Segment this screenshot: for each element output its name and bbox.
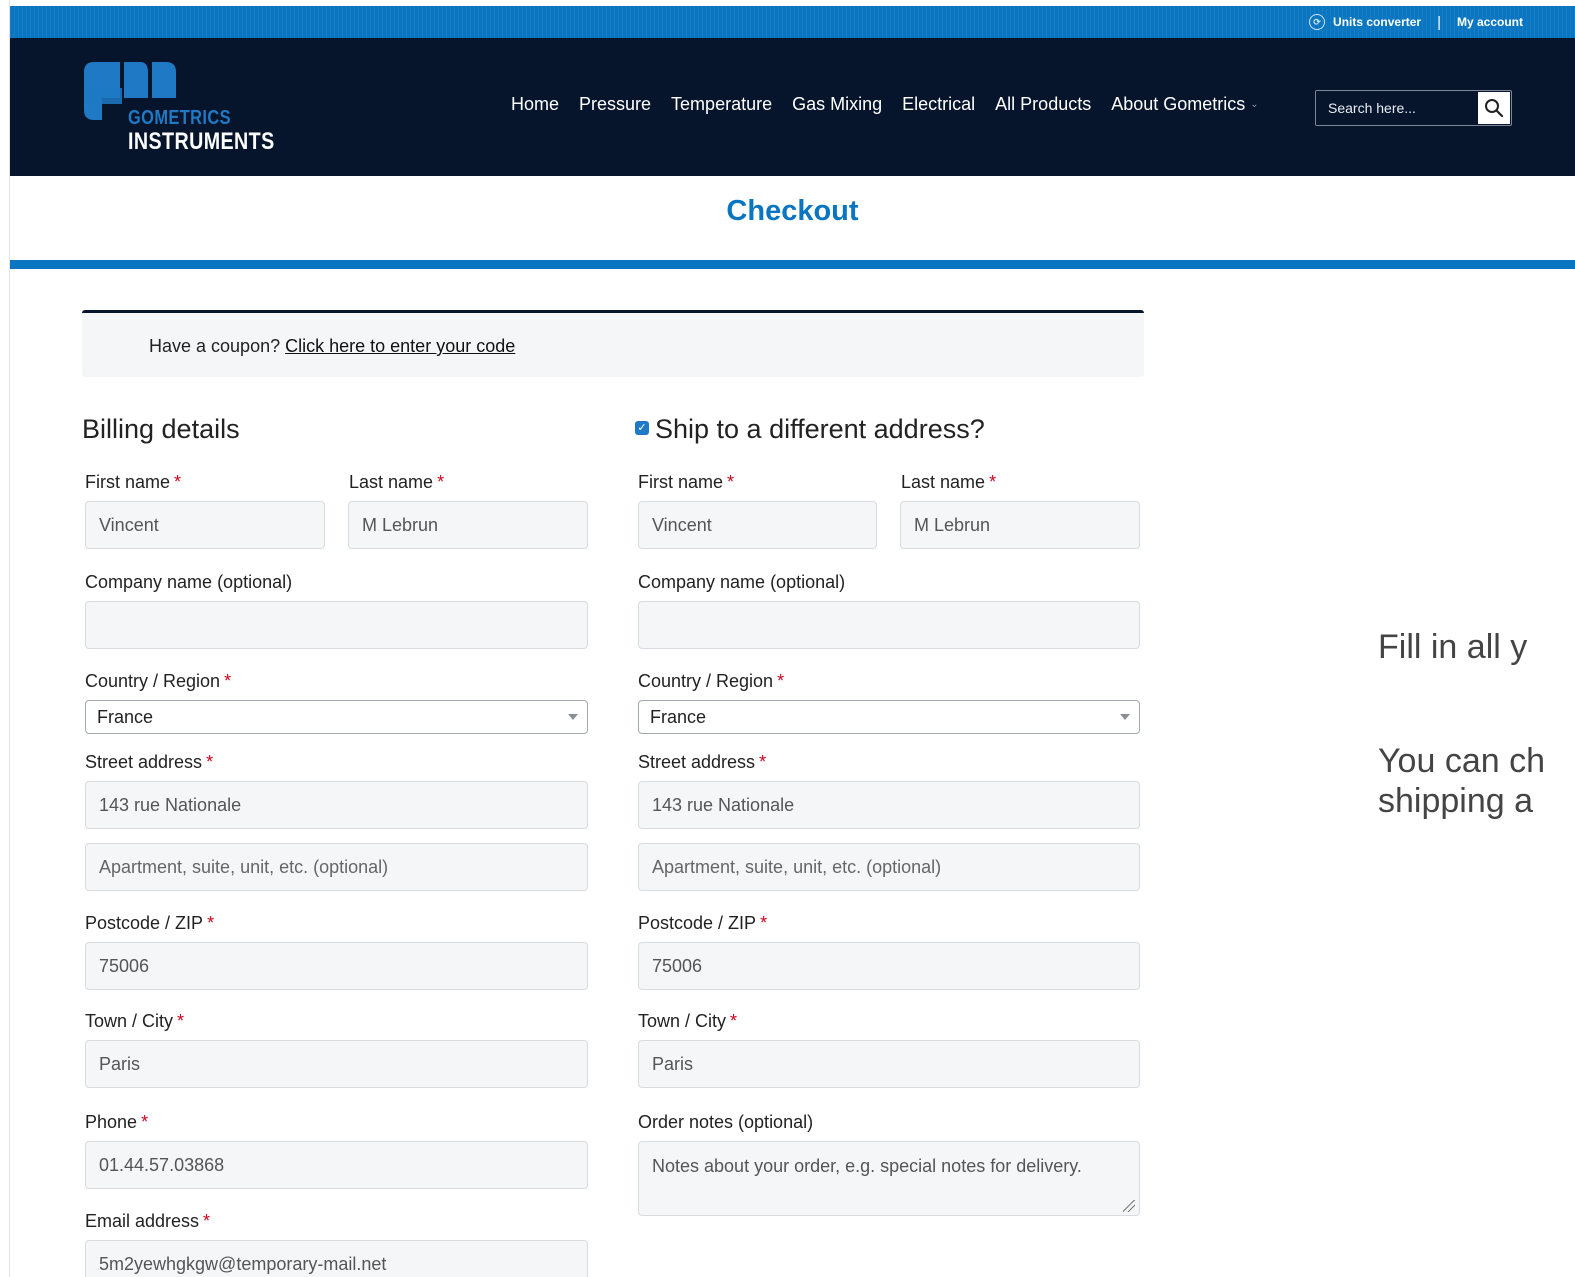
side-note-line-1: Fill in all y bbox=[1378, 628, 1528, 666]
billing-phone-field[interactable]: 01.44.57.03868 bbox=[85, 1141, 588, 1189]
select-arrow-icon bbox=[568, 714, 578, 720]
side-note-line-3: shipping a bbox=[1378, 782, 1534, 820]
nav-item-home[interactable]: Home bbox=[511, 94, 559, 115]
nav-item-temperature[interactable]: Temperature bbox=[671, 94, 772, 115]
shipping-postcode-field[interactable]: 75006 bbox=[638, 942, 1140, 990]
shipping-city-label: Town / City * bbox=[638, 1011, 738, 1031]
nav-item-all-products[interactable]: All Products bbox=[995, 94, 1091, 115]
ship-different-label[interactable]: Ship to a different address? bbox=[655, 414, 985, 444]
search-button[interactable] bbox=[1478, 92, 1510, 124]
billing-last-name-field[interactable]: M Lebrun bbox=[348, 501, 588, 549]
nav-item-gas-mixing[interactable]: Gas Mixing bbox=[792, 94, 882, 115]
shipping-last-name-label: Last name * bbox=[901, 472, 997, 492]
my-account-link[interactable]: My account bbox=[1457, 15, 1523, 29]
shipping-country-label: Country / Region * bbox=[638, 671, 785, 691]
billing-first-name-field[interactable]: Vincent bbox=[85, 501, 325, 549]
main-navbar: GOMETRICS INSTRUMENTS Home Pressure Temp… bbox=[10, 38, 1575, 176]
shipping-last-name-field[interactable]: M Lebrun bbox=[900, 501, 1140, 549]
chevron-down-icon[interactable]: ⌄ bbox=[1250, 99, 1258, 110]
window-left-edge bbox=[0, 0, 10, 1277]
billing-street-field[interactable]: 143 rue Nationale bbox=[85, 781, 588, 829]
top-utility-bar: ⟳ Units converter | My account bbox=[10, 6, 1575, 38]
logo-text-gometrics: GOMETRICS bbox=[128, 107, 232, 129]
billing-postcode-field[interactable]: 75006 bbox=[85, 942, 588, 990]
billing-apartment-field[interactable]: Apartment, suite, unit, etc. (optional) bbox=[85, 843, 588, 891]
billing-country-label: Country / Region * bbox=[85, 671, 232, 691]
gometrics-logo[interactable]: GOMETRICS INSTRUMENTS bbox=[82, 58, 274, 158]
coupon-text: Have a coupon? Click here to enter your … bbox=[149, 336, 515, 357]
shipping-postcode-label: Postcode / ZIP * bbox=[638, 913, 768, 933]
billing-country-select[interactable]: France bbox=[85, 700, 588, 734]
billing-heading: Billing details bbox=[82, 414, 240, 444]
resize-grip-icon[interactable] bbox=[1123, 1200, 1135, 1212]
shipping-first-name-label: First name * bbox=[638, 472, 735, 492]
coupon-link[interactable]: Click here to enter your code bbox=[285, 336, 515, 356]
shipping-city-field[interactable]: Paris bbox=[638, 1040, 1140, 1088]
shipping-company-label: Company name (optional) bbox=[638, 572, 846, 592]
billing-company-label: Company name (optional) bbox=[85, 572, 293, 592]
search-box: Search here... bbox=[1315, 90, 1512, 126]
billing-city-field[interactable]: Paris bbox=[85, 1040, 588, 1088]
billing-company-field[interactable] bbox=[85, 601, 588, 649]
logo-text-instruments: INSTRUMENTS bbox=[128, 128, 275, 155]
nav-item-pressure[interactable]: Pressure bbox=[579, 94, 651, 115]
nav-item-electrical[interactable]: Electrical bbox=[902, 94, 975, 115]
shipping-apartment-field[interactable]: Apartment, suite, unit, etc. (optional) bbox=[638, 843, 1140, 891]
title-divider bbox=[10, 260, 1575, 269]
billing-postcode-label: Postcode / ZIP * bbox=[85, 913, 215, 933]
order-notes-textarea[interactable]: Notes about your order, e.g. special not… bbox=[638, 1141, 1140, 1216]
billing-last-name-label: Last name * bbox=[349, 472, 445, 492]
ship-different-checkbox[interactable]: ✓ bbox=[635, 420, 649, 435]
billing-email-label: Email address * bbox=[85, 1211, 211, 1231]
units-converter-link[interactable]: Units converter bbox=[1333, 15, 1421, 29]
billing-email-field[interactable]: 5m2yewhgkgw@temporary-mail.net bbox=[85, 1240, 588, 1277]
shipping-first-name-field[interactable]: Vincent bbox=[638, 501, 877, 549]
utility-links: ⟳ Units converter | My account bbox=[1309, 6, 1523, 38]
billing-first-name-label: First name * bbox=[85, 472, 182, 492]
nav-item-about-gometrics[interactable]: About Gometrics bbox=[1111, 94, 1245, 115]
shipping-street-label: Street address * bbox=[638, 752, 767, 772]
side-note-line-2: You can ch bbox=[1378, 742, 1545, 780]
billing-street-label: Street address * bbox=[85, 752, 214, 772]
coupon-notice: Have a coupon? Click here to enter your … bbox=[82, 310, 1144, 377]
shipping-country-select[interactable]: France bbox=[638, 700, 1140, 734]
coupon-question: Have a coupon? bbox=[149, 336, 281, 356]
select-arrow-icon bbox=[1120, 714, 1130, 720]
shipping-company-field[interactable] bbox=[638, 601, 1140, 649]
billing-phone-label: Phone * bbox=[85, 1112, 149, 1132]
billing-city-label: Town / City * bbox=[85, 1011, 185, 1031]
search-input[interactable]: Search here... bbox=[1328, 100, 1416, 116]
search-icon bbox=[1485, 99, 1504, 118]
page-title: Checkout bbox=[726, 195, 859, 227]
page-title-band: Checkout bbox=[10, 176, 1575, 260]
ship-different-heading: ✓ Ship to a different address? bbox=[635, 414, 985, 445]
nav-menu: Home Pressure Temperature Gas Mixing Ele… bbox=[511, 94, 1279, 115]
utility-separator: | bbox=[1437, 13, 1441, 31]
units-converter-icon[interactable]: ⟳ bbox=[1309, 14, 1326, 30]
shipping-street-field[interactable]: 143 rue Nationale bbox=[638, 781, 1140, 829]
order-notes-label: Order notes (optional) bbox=[638, 1112, 814, 1132]
